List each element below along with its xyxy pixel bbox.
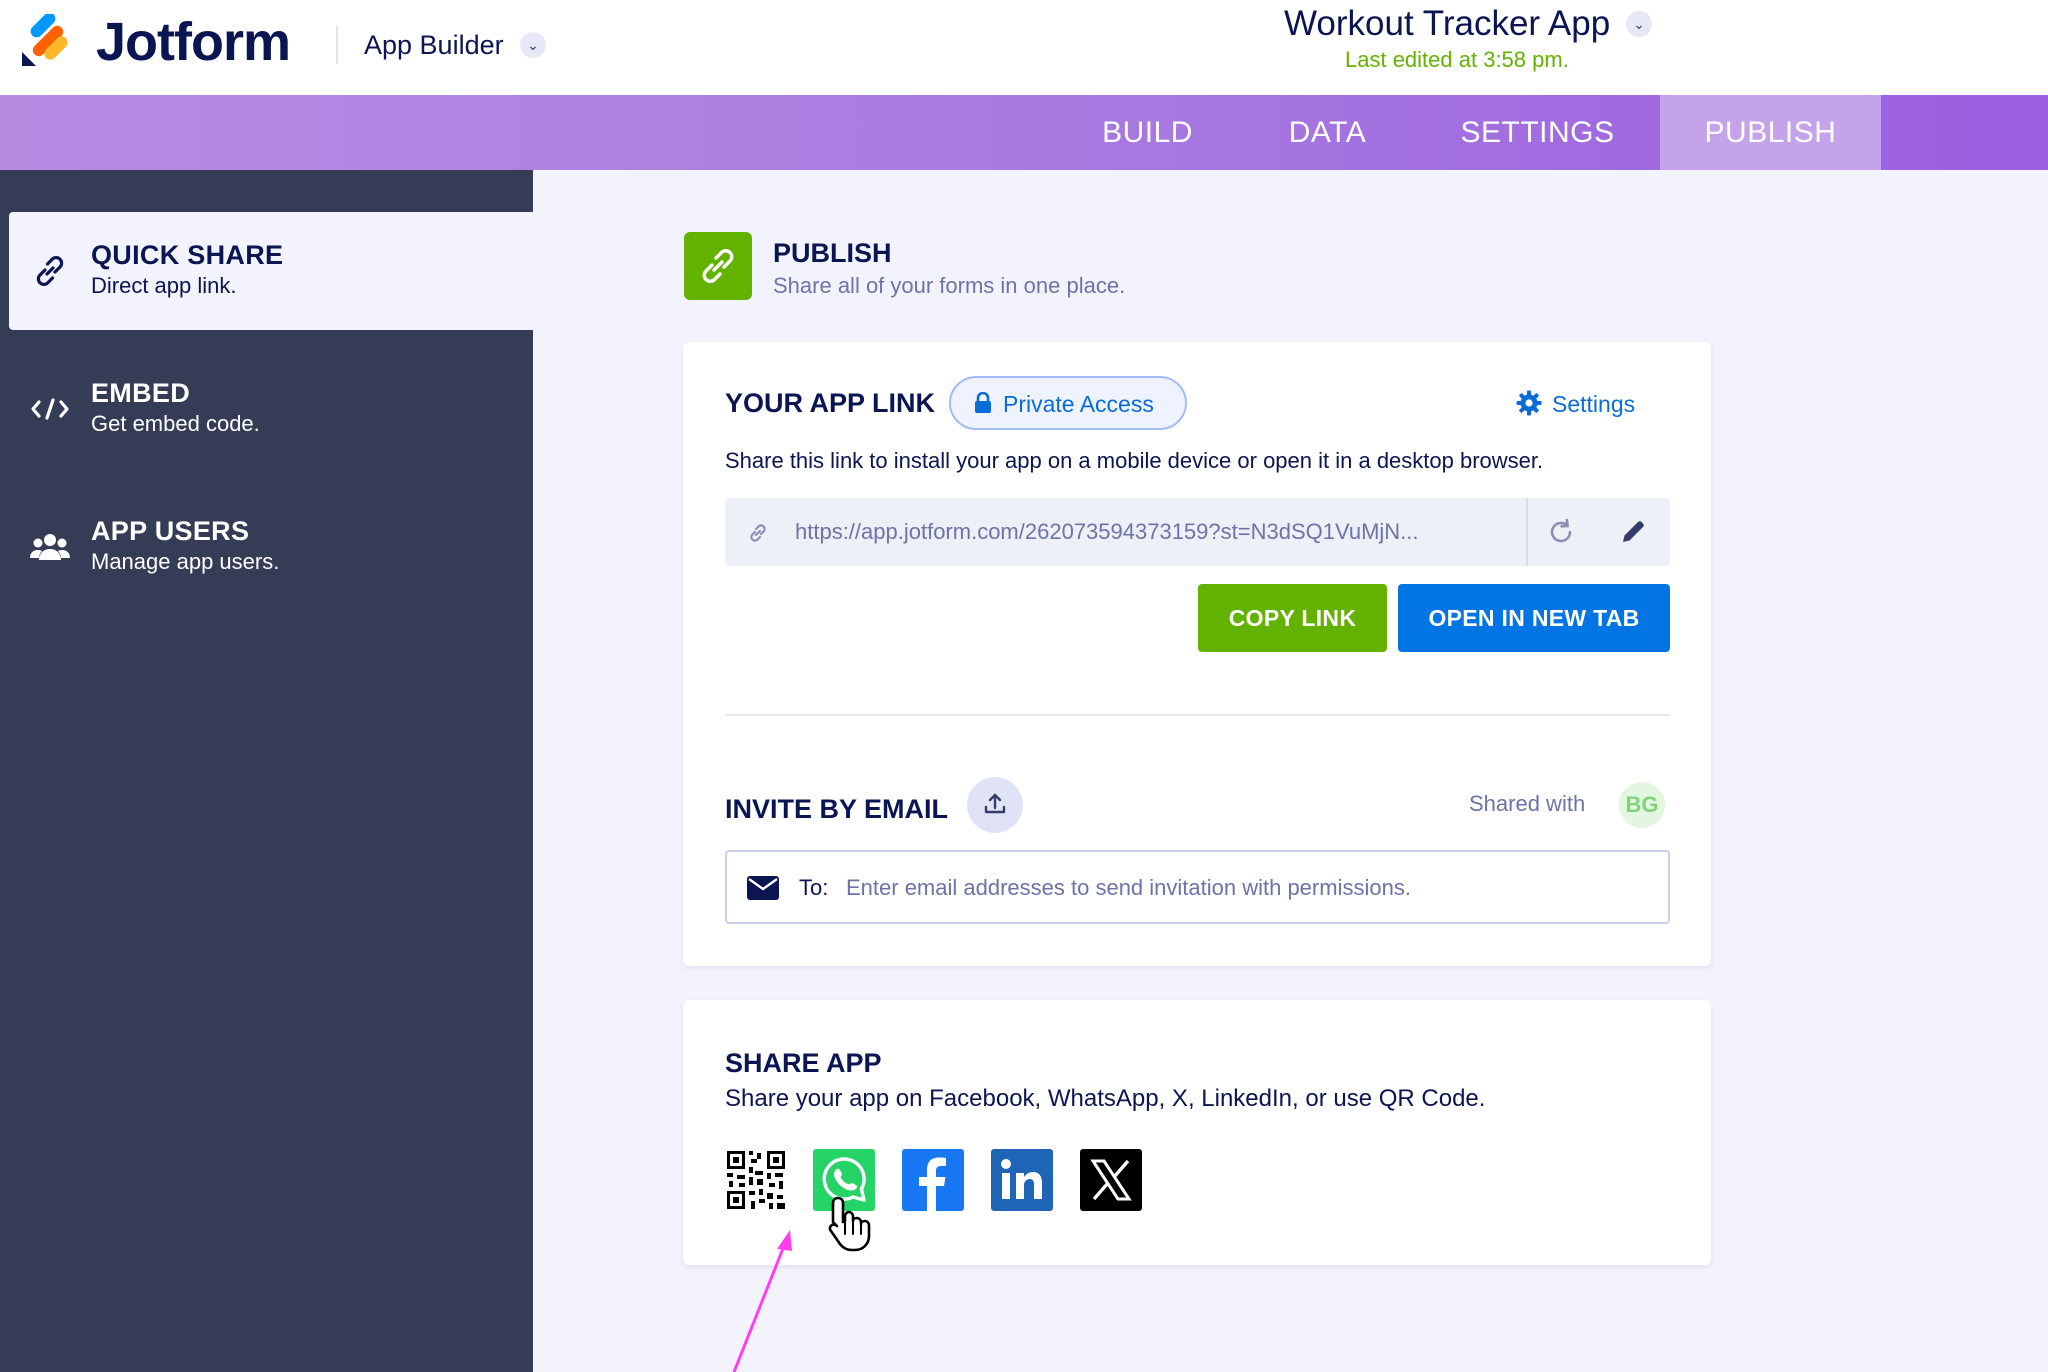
email-invite-field[interactable]: To: Enter email addresses to send invita… — [725, 850, 1670, 924]
page-subtitle: Share all of your forms in one place. — [773, 273, 1126, 298]
upload-icon — [984, 793, 1006, 814]
sidebar-item-embed[interactable]: EMBED Get embed code. — [9, 350, 533, 468]
link-icon — [750, 524, 766, 542]
app-link-description: Share this link to install your app on a… — [725, 448, 1544, 473]
chevron-down-icon[interactable]: ⌄ — [1626, 11, 1652, 37]
sidebar-item-title: APP USERS — [91, 516, 250, 546]
product-switcher-label[interactable]: App Builder — [364, 28, 504, 62]
share-app-subtitle: Share your app on Facebook, WhatsApp, X,… — [725, 1085, 1486, 1112]
code-icon — [31, 398, 69, 420]
top-header: Jotform App Builder ⌄ Workout Tracker Ap… — [0, 0, 2048, 95]
sidebar-item-title: EMBED — [91, 378, 191, 408]
annotation-arrow-icon — [732, 1230, 792, 1372]
tab-settings[interactable]: SETTINGS — [1440, 95, 1635, 170]
tab-data[interactable]: DATA — [1260, 95, 1395, 170]
email-placeholder[interactable]: Enter email addresses to send invitation… — [846, 874, 1411, 902]
facebook-icon[interactable] — [902, 1149, 964, 1211]
invite-title: INVITE BY EMAIL — [725, 794, 949, 824]
to-label: To: — [799, 875, 829, 900]
app-url-value[interactable]: https://app.jotform.com/262073594373159?… — [795, 518, 1515, 546]
linkedin-icon[interactable] — [991, 1149, 1053, 1211]
upload-contacts-button[interactable] — [967, 777, 1023, 833]
sidebar-item-quick-share[interactable]: QUICK SHARE Direct app link. — [9, 212, 533, 330]
brand-name[interactable]: Jotform — [96, 12, 291, 72]
private-access-label: Private Access — [1003, 391, 1154, 417]
link-settings-button[interactable]: Settings — [1516, 384, 1646, 424]
sidebar-item-subtitle: Get embed code. — [91, 411, 260, 436]
last-edited-status: Last edited at 3:58 pm. — [1345, 47, 1569, 72]
url-field-divider — [1526, 498, 1528, 566]
settings-label: Settings — [1552, 391, 1636, 417]
share-app-title: SHARE APP — [725, 1048, 882, 1078]
sidebar-item-app-users[interactable]: APP USERS Manage app users. — [9, 488, 533, 606]
main-nav: BUILD DATA SETTINGS PUBLISH — [0, 95, 2048, 170]
avatar[interactable]: BG — [1619, 782, 1665, 828]
header-divider — [336, 26, 338, 64]
publish-sidebar: QUICK SHARE Direct app link. EMBED Get e… — [0, 170, 533, 1372]
tab-build[interactable]: BUILD — [1080, 95, 1215, 170]
app-link-title: YOUR APP LINK — [725, 388, 936, 418]
app-url-field[interactable]: https://app.jotform.com/262073594373159?… — [725, 498, 1670, 566]
sidebar-item-subtitle: Direct app link. — [91, 273, 237, 298]
private-access-badge[interactable]: Private Access — [949, 376, 1187, 430]
tab-publish[interactable]: PUBLISH — [1660, 95, 1881, 170]
jotform-logo[interactable] — [20, 14, 74, 68]
open-new-tab-button[interactable]: OPEN IN NEW TAB — [1398, 584, 1670, 652]
qr-code-icon[interactable] — [725, 1149, 787, 1211]
section-divider — [725, 714, 1670, 716]
link-icon — [36, 256, 64, 286]
lock-icon — [975, 392, 991, 413]
gear-icon — [1516, 390, 1542, 416]
shared-with-label: Shared with — [1469, 791, 1586, 816]
page-title: PUBLISH — [773, 238, 892, 268]
sidebar-item-subtitle: Manage app users. — [91, 549, 280, 574]
envelope-icon — [747, 876, 779, 900]
sidebar-item-title: QUICK SHARE — [91, 240, 284, 270]
users-icon — [30, 534, 70, 560]
app-title[interactable]: Workout Tracker App — [1284, 2, 1610, 46]
pencil-icon[interactable] — [1617, 516, 1649, 548]
hand-cursor-icon — [828, 1196, 871, 1252]
refresh-icon[interactable] — [1545, 516, 1577, 548]
chevron-down-icon[interactable]: ⌄ — [520, 32, 546, 58]
publish-link-icon — [684, 232, 752, 300]
x-icon[interactable] — [1080, 1149, 1142, 1211]
copy-link-button[interactable]: COPY LINK — [1198, 584, 1387, 652]
